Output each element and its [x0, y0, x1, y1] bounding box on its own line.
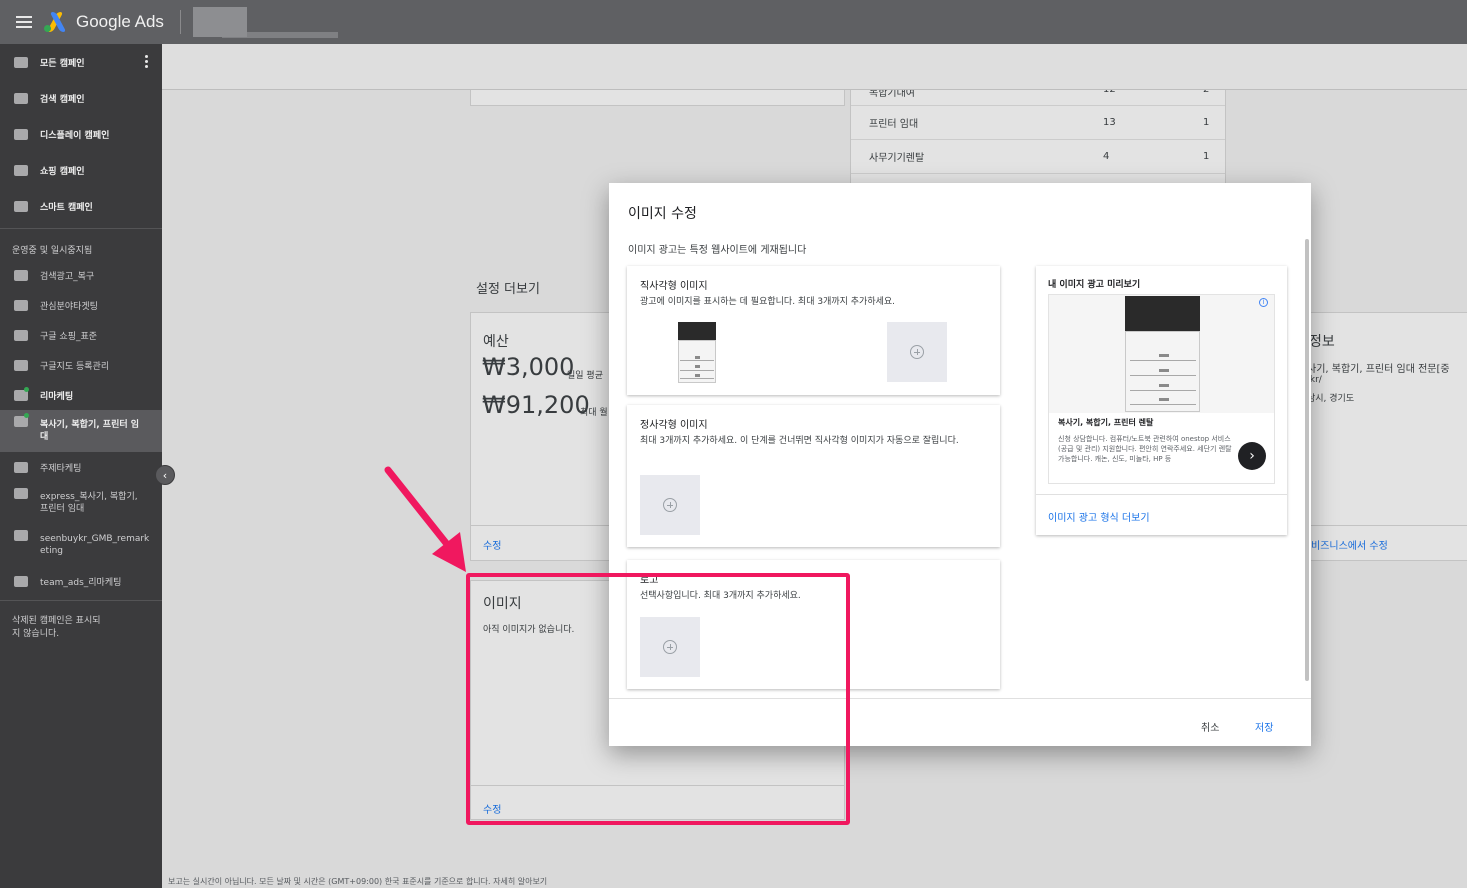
search-icon: [14, 269, 28, 281]
add-circle-icon: [663, 498, 677, 512]
preview-title: 내 이미지 광고 미리보기: [1048, 280, 1141, 290]
sidebar: 모든 캠페인 검색 캠페인 디스플레이 캠페인 쇼핑 캠페인 스마트 캠페인 운…: [0, 44, 162, 888]
sidebar-item-label: 검색광고_복구: [40, 271, 95, 282]
tag-icon: [14, 164, 28, 176]
divider: [0, 228, 162, 229]
sidebar-campaign[interactable]: 구글지도 등록관리: [0, 350, 162, 380]
annotation-arrow-icon: [384, 466, 466, 572]
divider: [1036, 494, 1287, 495]
google-ads-logo-icon: [44, 12, 67, 32]
cancel-button[interactable]: 취소: [1201, 719, 1219, 734]
display-icon: [14, 128, 28, 140]
ad-headline: 복사기, 복합기, 프린터 렌탈: [1058, 418, 1154, 427]
sidebar-item-shopping[interactable]: 쇼핑 캠페인: [0, 152, 162, 188]
sidebar-item-label: 관심분야타겟팅: [40, 301, 98, 312]
sidebar-item-label: team_ads_리마케팅: [40, 577, 122, 588]
sidebar-item-all-campaigns[interactable]: 모든 캠페인: [0, 44, 162, 80]
info-icon[interactable]: i: [1259, 298, 1268, 307]
dialog-title: 이미지 수정: [628, 206, 697, 222]
sidebar-campaign[interactable]: 리마케팅: [0, 380, 162, 410]
sidebar-item-label: express_복사기, 복합기, 프린터 임대: [40, 492, 138, 514]
section-heading: 운영중 및 일시중지됨: [12, 246, 93, 256]
ad-preview: i 복사기, 복합기, 프린터 렌탈 신청 상담합니다. 컴퓨터/노트북 관련하…: [1048, 294, 1275, 484]
sidebar-item-search[interactable]: 검색 캠페인: [0, 80, 162, 116]
landscape-images-section: 직사각형 이미지 광고에 이미지를 표시하는 데 필요합니다. 최대 3개까지 …: [627, 266, 1000, 395]
section-title: 직사각형 이미지: [640, 281, 708, 292]
divider: [0, 600, 162, 601]
sidebar-item-label: 구글지도 등록관리: [40, 361, 110, 372]
section-description: 광고에 이미지를 표시하는 데 필요합니다. 최대 3개까지 추가하세요.: [640, 297, 896, 307]
sidebar-footer-note: 삭제된 캠페인은 표시되지 않습니다.: [12, 616, 101, 639]
display-icon: [14, 530, 28, 541]
sidebar-campaign[interactable]: seenbuykr_GMB_remarketing: [0, 524, 162, 566]
add-square-image-button[interactable]: [640, 475, 700, 535]
display-icon: [14, 461, 28, 473]
sidebar-item-label: 주제타케팅: [40, 463, 82, 474]
save-button[interactable]: 저장: [1255, 719, 1273, 734]
sidebar-item-label: 구글 쇼핑_표준: [40, 331, 98, 342]
display-icon: [14, 386, 29, 401]
sidebar-campaign[interactable]: 검색광고_복구: [0, 260, 162, 290]
sidebar-item-label: 모든 캠페인: [40, 58, 85, 69]
more-vert-icon[interactable]: [145, 55, 148, 68]
printer-image: [1125, 296, 1200, 412]
collapse-sidebar-icon[interactable]: ‹: [155, 465, 175, 485]
annotation-highlight-box: [466, 573, 850, 825]
tag-icon: [14, 329, 28, 341]
sidebar-campaign[interactable]: 관심분야타겟팅: [0, 290, 162, 320]
smart-campaign-icon: [14, 359, 28, 371]
ad-description: 신청 상담합니다. 컴퓨터/노트북 관련하여 onestop 서비스(공급 및 …: [1058, 435, 1232, 463]
brand-name: Google Ads: [76, 12, 164, 31]
sidebar-item-label: 리마케팅: [40, 391, 74, 402]
menu-icon[interactable]: [16, 16, 32, 28]
dialog-scrollbar[interactable]: [1305, 239, 1309, 681]
sidebar-item-label: seenbuykr_GMB_remarketing: [40, 534, 150, 556]
more-ad-formats-link[interactable]: 이미지 광고 형식 더보기: [1048, 509, 1150, 524]
display-icon: [14, 575, 28, 587]
divider: [179, 10, 181, 34]
square-images-section: 정사각형 이미지 최대 3개까지 추가하세요. 이 단계를 건너뛰면 직사각형 …: [627, 405, 1000, 547]
account-id-redacted: [222, 32, 338, 38]
sidebar-campaign[interactable]: team_ads_리마케팅: [0, 566, 162, 596]
grid-icon: [14, 56, 28, 68]
smart-campaign-icon: [14, 200, 28, 212]
section-description: 최대 3개까지 추가하세요. 이 단계를 건너뛰면 직사각형 이미지가 자동으로…: [640, 436, 959, 446]
sidebar-campaign-active[interactable]: 복사기, 복합기, 프린터 임대: [0, 410, 162, 452]
sidebar-campaign[interactable]: express_복사기, 복합기, 프린터 임대: [0, 482, 162, 524]
sidebar-item-label: 검색 캠페인: [40, 94, 85, 105]
add-landscape-image-button[interactable]: [887, 322, 947, 382]
dialog-subtitle: 이미지 광고는 특정 웹사이트에 게재됩니다: [628, 245, 807, 256]
sidebar-item-label: 복사기, 복합기, 프린터 임대: [40, 420, 140, 442]
display-icon: [14, 299, 28, 311]
ad-preview-panel: 내 이미지 광고 미리보기 i 복사기, 복합기, 프린터 렌탈 신청 상담합니…: [1036, 266, 1287, 535]
top-bar: Google Ads: [0, 0, 1467, 44]
sidebar-campaign[interactable]: 구글 쇼핑_표준: [0, 320, 162, 350]
sidebar-campaign[interactable]: 주제타케팅: [0, 452, 162, 482]
sidebar-item-label: 디스플레이 캠페인: [40, 130, 110, 141]
search-icon: [14, 92, 28, 104]
smart-campaign-icon: [14, 413, 29, 427]
sidebar-item-label: 스마트 캠페인: [40, 202, 93, 213]
section-title: 정사각형 이미지: [640, 420, 708, 431]
uploaded-printer-image[interactable]: [678, 322, 716, 383]
sidebar-item-display[interactable]: 디스플레이 캠페인: [0, 116, 162, 152]
chevron-right-icon[interactable]: ›: [1238, 442, 1266, 470]
smart-campaign-icon: [14, 488, 28, 499]
sidebar-item-label: 쇼핑 캠페인: [40, 166, 85, 177]
sidebar-item-smart[interactable]: 스마트 캠페인: [0, 188, 162, 224]
ad-image: [1049, 295, 1274, 413]
add-circle-icon: [910, 345, 924, 359]
